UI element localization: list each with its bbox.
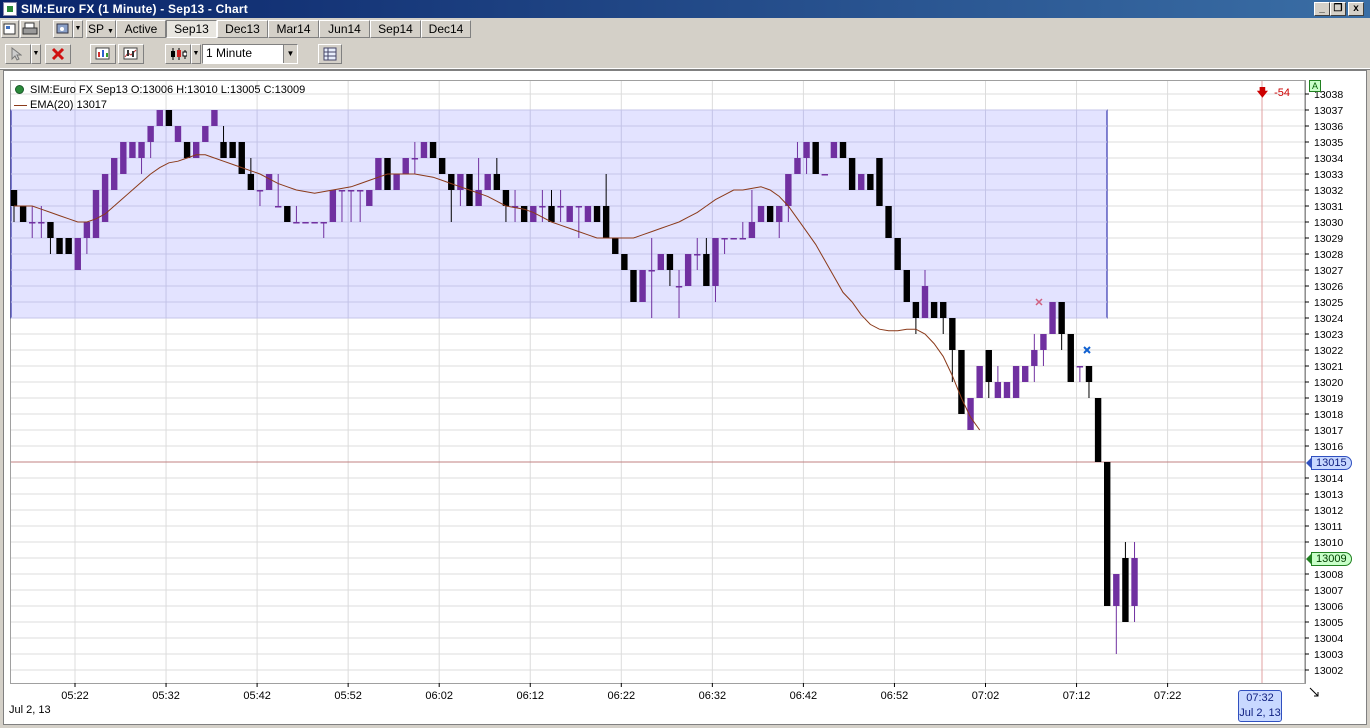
interval-value: 1 Minute	[206, 46, 253, 60]
instrument-button[interactable]: SP ▼	[86, 20, 116, 38]
instrument-icon	[95, 47, 110, 60]
delete-button[interactable]	[45, 44, 71, 64]
minimize-button[interactable]: _	[1314, 2, 1330, 16]
legend-status-icon	[15, 85, 24, 94]
pnl-display: 🡇 -54	[1257, 84, 1290, 103]
start-date-label: Jul 2, 13	[9, 704, 51, 716]
legend-ema-swatch	[14, 105, 27, 106]
bar-style-button[interactable]	[165, 44, 191, 64]
scale-mode-badge[interactable]: A	[1309, 80, 1321, 92]
properties-button[interactable]	[1, 20, 19, 38]
tab-dec13[interactable]: Dec13	[217, 20, 268, 38]
legend-ohlc: SIM:Euro FX Sep13 O:13006 H:13010 L:1300…	[30, 84, 306, 96]
bar-style-icon	[171, 48, 187, 60]
settings-button[interactable]	[53, 20, 73, 38]
cursor-icon	[11, 47, 22, 61]
chart-panel[interactable]	[10, 80, 1306, 684]
restore-button[interactable]: ❐	[1330, 2, 1346, 16]
close-button[interactable]: x	[1348, 2, 1364, 16]
settings-dropdown[interactable]: ▼	[73, 20, 83, 38]
title-bar: SIM:Euro FX (1 Minute) - Sep13 - Chart _…	[0, 0, 1370, 18]
app-icon	[3, 2, 17, 16]
gear-icon	[56, 23, 69, 34]
properties-icon	[3, 23, 16, 35]
legend-ema: EMA(20) 13017	[30, 99, 108, 111]
pnl-value: -54	[1274, 87, 1290, 99]
toolbar-instruments: ▼ SP ▼ Active Sep13 Dec13 Mar14 Jun14 Sep…	[0, 19, 1370, 39]
chevron-down-icon: ▼	[283, 45, 297, 63]
window-title: SIM:Euro FX (1 Minute) - Sep13 - Chart	[21, 2, 248, 16]
interval-select[interactable]: 1 Minute ▼	[202, 44, 298, 64]
arrow-down-icon: 🡇	[1256, 87, 1269, 99]
tab-sep14[interactable]: Sep14	[370, 20, 421, 38]
print-icon	[22, 22, 38, 35]
data-box-icon	[323, 47, 337, 61]
cursor-time: 07:32	[1246, 692, 1274, 704]
last-price-tag: 13009	[1306, 552, 1352, 566]
current-line-price-tag: 13015	[1306, 456, 1352, 470]
indicator-icon	[123, 47, 138, 60]
cursor-date: Jul 2, 13	[1239, 707, 1281, 719]
indicator-button[interactable]	[118, 44, 144, 64]
instrument-label: SP	[88, 22, 105, 36]
tab-active[interactable]: Active	[116, 20, 166, 38]
cursor-button[interactable]	[5, 44, 31, 64]
print-button[interactable]	[20, 20, 40, 38]
tab-sep13[interactable]: Sep13	[166, 20, 217, 38]
bar-style-dropdown[interactable]: ▼	[191, 44, 201, 64]
tab-dec14[interactable]: Dec14	[421, 20, 471, 38]
cursor-dropdown[interactable]: ▼	[31, 44, 41, 64]
tab-jun14[interactable]: Jun14	[319, 20, 370, 38]
cursor-time-tag: 07:32 Jul 2, 13	[1238, 690, 1282, 722]
tab-mar14[interactable]: Mar14	[268, 20, 319, 38]
delete-icon	[51, 47, 65, 61]
chevron-down-icon: ▼	[107, 28, 114, 35]
resize-grip-icon[interactable]	[1309, 687, 1319, 697]
instrument-select-button[interactable]	[90, 44, 116, 64]
data-box-button[interactable]	[318, 44, 342, 64]
